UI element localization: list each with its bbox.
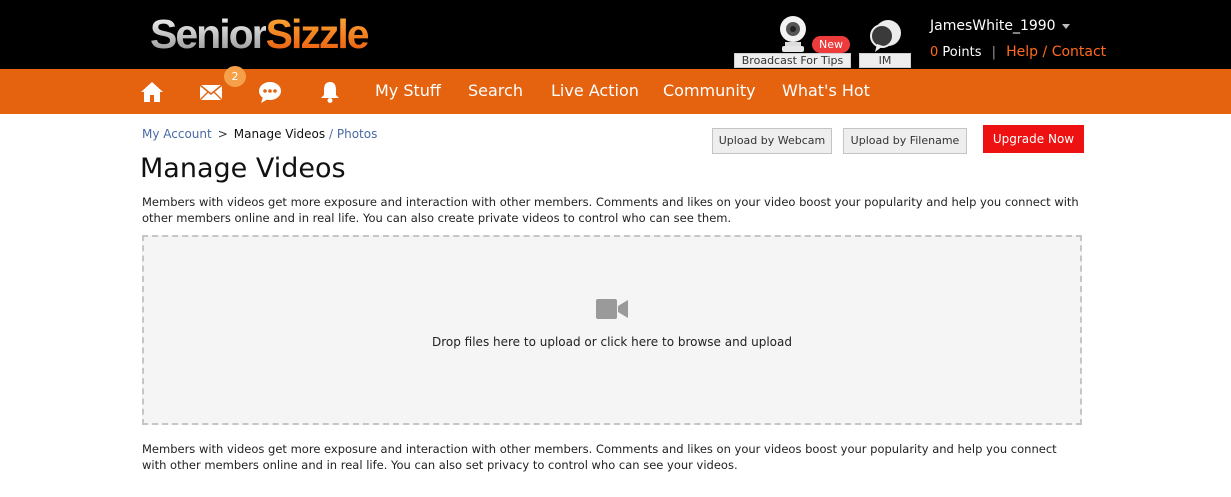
main-nav: My Stuff Search Live Action Community Wh… <box>0 69 1231 114</box>
logo-part-senior: Senior <box>150 11 268 57</box>
mail-icon[interactable] <box>198 79 224 105</box>
help-contact-link[interactable]: Help / Contact <box>1006 44 1106 60</box>
site-logo[interactable]: SeniorSizzle <box>150 10 370 58</box>
nav-search[interactable]: Search <box>468 81 523 101</box>
breadcrumb-slash: / <box>328 127 334 141</box>
breadcrumb-separator: > <box>217 127 228 141</box>
new-badge: New <box>812 36 850 53</box>
broadcast-button[interactable]: Broadcast For Tips New <box>734 15 851 69</box>
video-camera-icon <box>596 299 628 319</box>
nav-whats-hot[interactable]: What's Hot <box>782 81 870 101</box>
im-label: IM <box>859 53 911 68</box>
top-bar: SeniorSizzle Broadcast For Tips New IM J… <box>0 0 1231 69</box>
breadcrumb-my-account[interactable]: My Account <box>142 127 212 141</box>
dropzone-text: Drop files here to upload or click here … <box>431 335 792 349</box>
header-separator: | <box>991 45 997 60</box>
nav-live-action[interactable]: Live Action <box>551 81 639 101</box>
breadcrumb-photos[interactable]: Photos <box>337 127 377 141</box>
points-help-line: 0 Points | Help / Contact <box>930 43 1106 62</box>
video-dropzone[interactable]: Drop files here to upload or click here … <box>142 235 1082 425</box>
chat-bubble-icon[interactable] <box>257 79 283 105</box>
breadcrumb: My Account > Manage Videos / Photos <box>142 126 377 142</box>
breadcrumb-current: Manage Videos <box>233 127 326 141</box>
username-text: JamesWhite_1990 <box>930 18 1056 34</box>
nav-community[interactable]: Community <box>663 81 756 101</box>
chevron-down-icon <box>1061 23 1070 29</box>
message-count-badge: 2 <box>224 66 246 87</box>
broadcast-label: Broadcast For Tips <box>734 53 851 68</box>
points-label: Points <box>942 45 982 60</box>
webcam-icon <box>780 16 806 52</box>
footer-text: Members with videos get more exposure an… <box>142 442 1057 472</box>
im-chat-icon <box>870 20 901 52</box>
home-icon[interactable] <box>139 79 165 105</box>
intro-text: Members with videos get more exposure an… <box>142 195 1079 225</box>
bell-icon[interactable] <box>317 79 343 105</box>
upload-by-webcam-button[interactable]: Upload by Webcam <box>712 128 832 154</box>
user-menu[interactable]: JamesWhite_1990 <box>930 17 1070 35</box>
im-button[interactable]: IM <box>859 15 911 69</box>
points-value: 0 <box>930 45 939 60</box>
nav-my-stuff[interactable]: My Stuff <box>375 81 441 101</box>
upload-by-filename-button[interactable]: Upload by Filename <box>843 128 967 154</box>
page-title: Manage Videos <box>140 153 346 184</box>
upgrade-now-button[interactable]: Upgrade Now <box>983 125 1084 153</box>
logo-part-sizzle: Sizzle <box>265 11 370 57</box>
